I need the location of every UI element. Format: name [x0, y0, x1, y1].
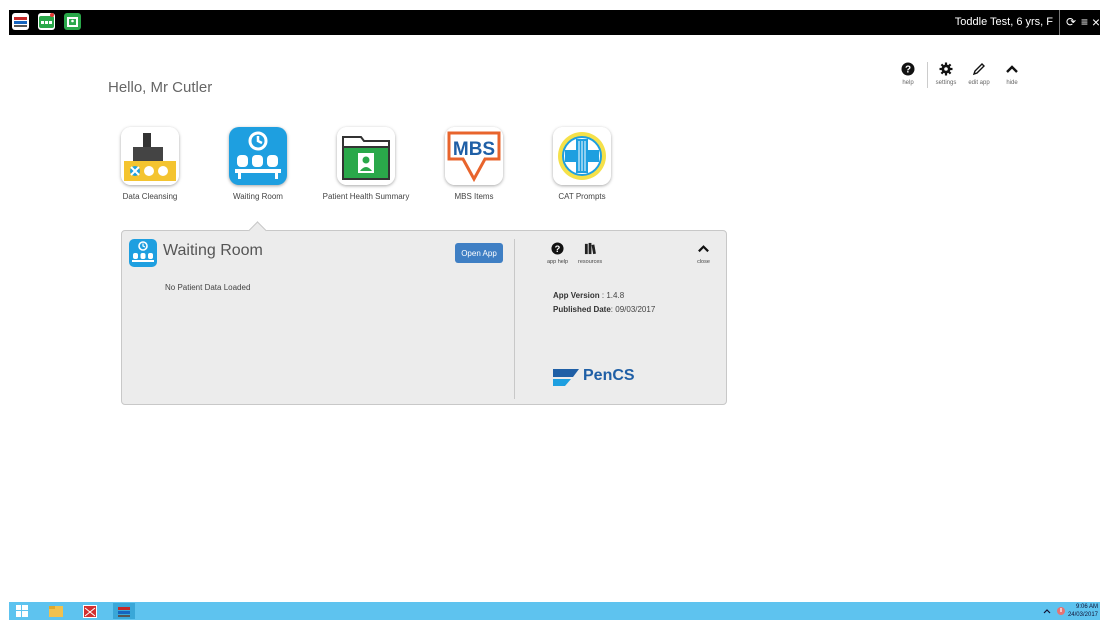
top-bar: Toddle Test, 6 yrs, F ⟳ ≡ × [9, 10, 1100, 35]
close-icon[interactable]: × [1092, 10, 1100, 35]
pencs-logo: PenCS [551, 365, 635, 392]
panel-title: Waiting Room [163, 242, 263, 259]
chevron-up-icon [997, 62, 1027, 78]
published-date-label: Published Date [553, 305, 611, 314]
app-version: App Version : 1.4.8 [553, 291, 624, 300]
pencil-icon [964, 62, 994, 78]
file-explorer-icon[interactable] [45, 603, 67, 619]
svg-text:?: ? [555, 244, 561, 254]
open-app-button[interactable]: Open App [455, 243, 503, 263]
cat-prompts-icon [553, 127, 611, 185]
app-help-label: app help [547, 259, 569, 265]
menu-icon[interactable]: ≡ [1081, 10, 1088, 35]
tray-alert-icon[interactable] [1054, 603, 1068, 619]
close-panel-button[interactable]: close [697, 242, 710, 265]
clock-date: 24/03/2017 [1067, 612, 1098, 618]
system-clock[interactable]: 9:06 AM 24/03/2017 [1068, 603, 1098, 619]
current-patient-label[interactable]: Toddle Test, 6 yrs, F [955, 10, 1060, 35]
help-label: help [902, 80, 914, 86]
app-tile-label: MBS Items [454, 192, 494, 201]
resources-button[interactable]: resources [578, 242, 602, 265]
waiting-room-icon[interactable] [38, 13, 55, 30]
patient-health-summary-icon [337, 127, 395, 185]
app-tile-patient-health-summary[interactable]: Patient Health Summary [316, 127, 416, 201]
app-tile-cat-prompts[interactable]: CAT Prompts [532, 127, 632, 201]
settings-button[interactable]: settings [931, 62, 961, 86]
topbar-app-icon[interactable] [113, 603, 135, 619]
edit-app-button[interactable]: edit app [964, 62, 994, 86]
panel-divider [514, 239, 515, 399]
help-icon: ? [893, 62, 923, 78]
database-sync-icon[interactable] [12, 13, 29, 30]
gear-icon [931, 62, 961, 78]
greeting: Hello, Mr Cutler [108, 79, 213, 96]
refresh-icon[interactable]: ⟳ [1066, 10, 1076, 35]
app-tile-label: Waiting Room [233, 192, 283, 201]
waiting-room-icon [229, 127, 287, 185]
app-help-button[interactable]: ? app help [547, 242, 568, 265]
app-version-value: : 1.4.8 [599, 291, 625, 300]
mbs-logo-text: MBS [453, 139, 495, 160]
app-tile-waiting-room[interactable]: Waiting Room [208, 127, 308, 201]
os-taskbar: 9:06 AM 24/03/2017 [9, 602, 1100, 620]
pencs-logo-text: PenCS [583, 367, 635, 384]
svg-text:?: ? [905, 65, 911, 76]
app-tile-label: CAT Prompts [558, 192, 606, 201]
resources-label: resources [578, 259, 603, 265]
app-tile-label: Data Cleansing [122, 192, 178, 201]
settings-label: settings [935, 80, 957, 86]
books-icon [578, 242, 602, 256]
hide-label: hide [1006, 80, 1018, 86]
patient-summary-icon[interactable] [64, 13, 81, 30]
app-tile-label: Patient Health Summary [322, 192, 410, 201]
app-version-label: App Version [553, 291, 600, 300]
app-tile-data-cleansing[interactable]: Data Cleansing [100, 127, 200, 201]
chevron-up-icon [697, 242, 710, 256]
window-frame [0, 0, 9, 620]
tray-chevron-icon[interactable] [1042, 603, 1052, 619]
app-launcher-icon[interactable] [79, 603, 101, 619]
mbs-items-icon: MBS [445, 127, 503, 185]
clock-time: 9:06 AM [1075, 604, 1098, 610]
waiting-room-icon [129, 239, 157, 267]
pencs-logo-icon [553, 369, 579, 386]
published-date-value: : 09/03/2017 [610, 305, 656, 314]
close-label: close [697, 259, 710, 265]
start-button-icon[interactable] [11, 603, 33, 619]
app-detail-panel: Waiting Room Open App No Patient Data Lo… [121, 230, 727, 405]
toolbar-divider [927, 62, 928, 88]
data-cleansing-icon [121, 127, 179, 185]
status-text: No Patient Data Loaded [165, 283, 251, 292]
help-button[interactable]: ? help [893, 62, 923, 86]
hide-button[interactable]: hide [997, 62, 1027, 86]
app-tile-mbs-items[interactable]: MBS MBS Items [424, 127, 524, 201]
published-date: Published Date: 09/03/2017 [553, 305, 655, 314]
edit-app-label: edit app [968, 80, 990, 86]
help-icon: ? [547, 242, 568, 256]
